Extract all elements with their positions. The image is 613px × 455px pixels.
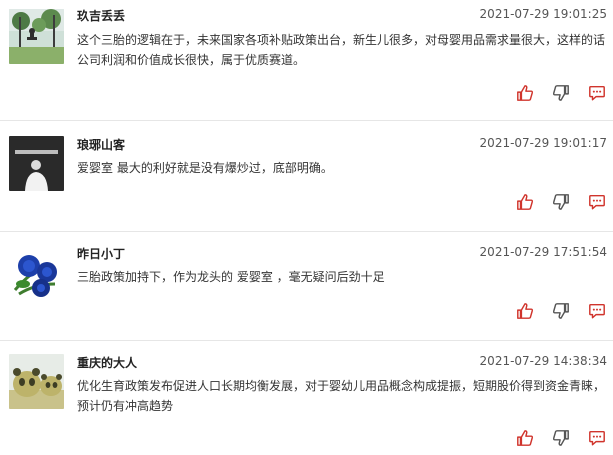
username[interactable]: 重庆的大人 xyxy=(77,354,137,371)
timestamp: 2021-07-29 14:38:34 xyxy=(479,354,607,368)
comment-actions xyxy=(499,192,607,212)
stock-tag-link[interactable]: 爱婴室 xyxy=(77,161,113,175)
swing-photo-icon xyxy=(9,9,64,64)
grayscale-person-photo-icon xyxy=(9,136,64,191)
comment-actions xyxy=(499,83,607,103)
timestamp: 2021-07-29 17:51:54 xyxy=(479,245,607,259)
comment-actions xyxy=(499,428,607,448)
comment-item: 重庆的大人 2021-07-29 14:38:34 优化生育政策发布促进人口长期… xyxy=(0,348,613,455)
comment-text-body: 最大的利好就是没有爆炒过，底部明确。 xyxy=(113,161,333,175)
comment-text-before: 三胎政策加持下，作为龙头的 xyxy=(77,270,237,284)
comment-icon[interactable] xyxy=(587,301,607,321)
thumbs-up-icon[interactable] xyxy=(515,83,535,103)
comment-icon[interactable] xyxy=(587,428,607,448)
comment-item: 琅琊山客 2021-07-29 19:01:17 爱婴室 最大的利好就是没有爆炒… xyxy=(0,131,613,232)
username[interactable]: 琅琊山客 xyxy=(77,136,125,153)
thumbs-down-icon[interactable] xyxy=(551,428,571,448)
comment-icon[interactable] xyxy=(587,192,607,212)
thumbs-up-icon[interactable] xyxy=(515,192,535,212)
divider xyxy=(0,120,613,121)
thumbs-down-icon[interactable] xyxy=(551,192,571,212)
divider xyxy=(0,231,613,232)
avatar[interactable] xyxy=(9,354,64,409)
comment-text: 爱婴室 最大的利好就是没有爆炒过，底部明确。 xyxy=(77,158,607,178)
comment-text: 优化生育政策发布促进人口长期均衡发展，对于婴幼儿用品概念构成提振，短期股价得到资… xyxy=(77,379,606,413)
avatar[interactable] xyxy=(9,244,64,299)
blue-roses-photo-icon xyxy=(9,244,64,299)
timestamp: 2021-07-29 19:01:17 xyxy=(479,136,607,150)
comment-item: 昨日小丁 2021-07-29 17:51:54 三胎政策加持下，作为龙头的 爱… xyxy=(0,240,613,341)
comment-text-after: ，毫无疑问后劲十足 xyxy=(272,270,385,284)
comment-text: 这个三胎的逻辑在于，未来国家各项补贴政策出台，新生儿很多，对母婴用品需求量很大，… xyxy=(77,33,606,67)
thumbs-up-icon[interactable] xyxy=(515,428,535,448)
username[interactable]: 玖吉丢丢 xyxy=(77,7,125,24)
thumbs-down-icon[interactable] xyxy=(551,83,571,103)
timestamp: 2021-07-29 19:01:25 xyxy=(479,7,607,21)
divider xyxy=(0,340,613,341)
comment-feed: 玖吉丢丢 2021-07-29 19:01:25 这个三胎的逻辑在于，未来国家各… xyxy=(0,0,613,455)
comment-actions xyxy=(499,301,607,321)
comment-item: 玖吉丢丢 2021-07-29 19:01:25 这个三胎的逻辑在于，未来国家各… xyxy=(0,0,613,121)
panda-topiary-photo-icon xyxy=(9,354,64,409)
username[interactable]: 昨日小丁 xyxy=(77,245,125,262)
avatar[interactable] xyxy=(9,136,64,191)
thumbs-down-icon[interactable] xyxy=(551,301,571,321)
comment-text: 三胎政策加持下，作为龙头的 爱婴室 ，毫无疑问后劲十足 xyxy=(77,267,607,287)
comment-icon[interactable] xyxy=(587,83,607,103)
avatar[interactable] xyxy=(9,9,64,64)
thumbs-up-icon[interactable] xyxy=(515,301,535,321)
stock-tag-link[interactable]: 爱婴室 xyxy=(237,270,273,284)
